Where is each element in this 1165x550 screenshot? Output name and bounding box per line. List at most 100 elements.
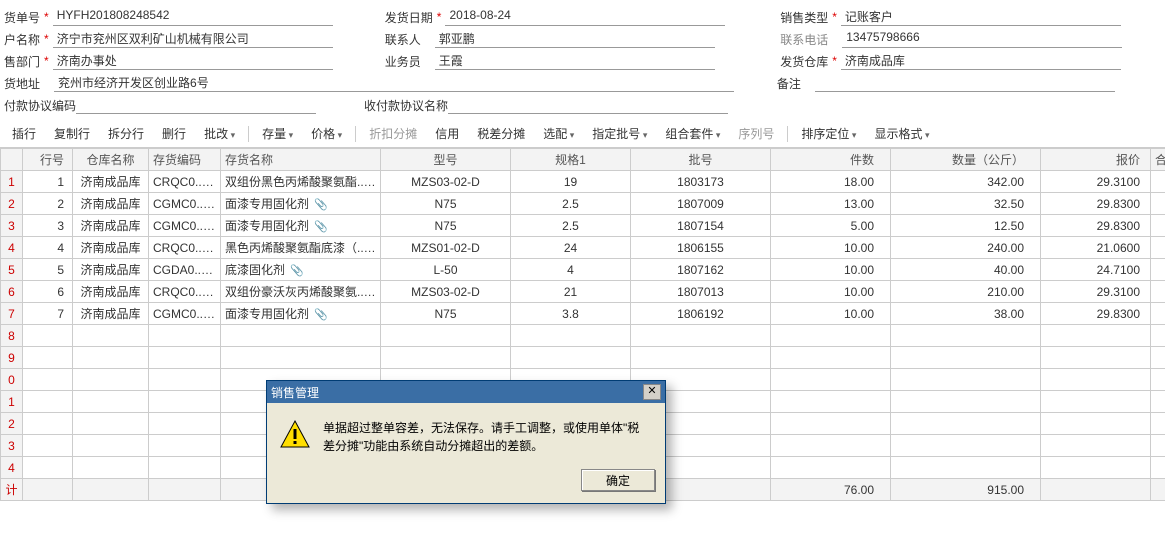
cell-seq[interactable]: 2 [23,193,73,215]
cell-model[interactable]: MZS03-02-D [381,171,511,193]
cell-qty[interactable]: 32.50 [891,193,1041,215]
split-row-button[interactable]: 拆分行 [100,122,152,145]
table-row[interactable]: 22济南成品库CGMC0... 📎面漆专用固化剂 📎N752.518070091… [1,193,1165,215]
combo-button[interactable]: 组合套件 [657,122,728,145]
discount-button[interactable]: 折扣分摊 [361,122,425,145]
attachment-icon[interactable]: 📎 [370,243,380,255]
cell-model[interactable]: N75 [381,303,511,325]
cell-code[interactable]: CGMC0... 📎 [149,193,221,215]
cell-seq[interactable]: 1 [23,171,73,193]
cell-spec[interactable]: 21 [511,281,631,303]
cust-value[interactable]: 济宁市兖州区双利矿山机械有限公司 [53,30,333,48]
stock-button[interactable]: 存量 [254,122,301,145]
col-name[interactable]: 存货名称 [221,149,381,171]
cell-code[interactable]: CRQC0... 📎 [149,171,221,193]
payname-value[interactable] [448,96,728,114]
cell-code[interactable]: CRQC0... 📎 [149,281,221,303]
cell-pcs[interactable]: 10.00 [771,281,891,303]
attachment-icon[interactable]: 📎 [312,199,330,211]
col-model[interactable]: 型号 [381,149,511,171]
cell-lot[interactable]: 1806155 [631,237,771,259]
cell-pcs[interactable]: 18.00 [771,171,891,193]
cell-name[interactable]: 黑色丙烯酸聚氨酯底漆（... 📎 [221,237,381,259]
cell-name[interactable]: 面漆专用固化剂 📎 [221,215,381,237]
delete-row-button[interactable]: 删行 [154,122,194,145]
cell-price[interactable]: 21.0600 [1041,237,1151,259]
table-row-empty[interactable]: 8 [1,325,1165,347]
cell-pcs[interactable]: 13.00 [771,193,891,215]
cell-wh[interactable]: 济南成品库 [73,281,149,303]
cell-model[interactable]: MZS01-02-D [381,237,511,259]
cell-pcs[interactable]: 10.00 [771,237,891,259]
cell-lot[interactable]: 1806192 [631,303,771,325]
dept-value[interactable]: 济南办事处 [53,52,333,70]
cell-seq[interactable]: 7 [23,303,73,325]
cell-seq[interactable]: 6 [23,281,73,303]
cell-qty[interactable]: 342.00 [891,171,1041,193]
cell-price[interactable]: 29.3100 [1041,171,1151,193]
col-spec[interactable]: 规格1 [511,149,631,171]
table-row[interactable]: 77济南成品库CGMC0... 📎面漆专用固化剂 📎N753.818061921… [1,303,1165,325]
insert-row-button[interactable]: 插行 [4,122,44,145]
cell-code[interactable]: CRQC0... 📎 [149,237,221,259]
ship-date-value[interactable]: 2018-08-24 [445,8,725,26]
attachment-icon[interactable]: 📎 [208,243,220,255]
attachment-icon[interactable]: 📎 [370,177,380,189]
tax-button[interactable]: 税差分摊 [469,122,533,145]
cell-price[interactable]: 29.3100 [1041,281,1151,303]
cell-spec[interactable]: 4 [511,259,631,281]
col-pcs[interactable]: 件数 [771,149,891,171]
cell-name[interactable]: 面漆专用固化剂 📎 [221,193,381,215]
attachment-icon[interactable]: 📎 [210,309,221,321]
paycode-value[interactable] [76,96,316,114]
cell-wh[interactable]: 济南成品库 [73,303,149,325]
cell-price[interactable]: 24.7100 [1041,259,1151,281]
price-button[interactable]: 价格 [303,122,350,145]
cell-qty[interactable]: 40.00 [891,259,1041,281]
col-extra[interactable]: 合 [1151,149,1165,171]
col-qty[interactable]: 数量（公斤） [891,149,1041,171]
col-code[interactable]: 存货编码 [149,149,221,171]
cell-lot[interactable]: 1807154 [631,215,771,237]
format-button[interactable]: 显示格式 [866,122,937,145]
cell-pcs[interactable]: 10.00 [771,259,891,281]
credit-button[interactable]: 信用 [427,122,467,145]
cell-model[interactable]: N75 [381,215,511,237]
attachment-icon[interactable]: 📎 [312,221,330,233]
cell-spec[interactable]: 24 [511,237,631,259]
order-no-value[interactable]: HYFH201808248542 [53,8,333,26]
cell-wh[interactable]: 济南成品库 [73,193,149,215]
attachment-icon[interactable]: 📎 [208,265,221,277]
addr-value[interactable]: 兖州市经济开发区创业路6号 [54,74,734,92]
attachment-icon[interactable]: 📎 [208,177,220,189]
cell-price[interactable]: 29.8300 [1041,303,1151,325]
contact-value[interactable]: 郭亚鹏 [435,30,715,48]
cell-model[interactable]: N75 [381,193,511,215]
table-row-empty[interactable]: 9 [1,347,1165,369]
cell-spec[interactable]: 3.8 [511,303,631,325]
table-row[interactable]: 33济南成品库CGMC0... 📎面漆专用固化剂 📎N752.518071545… [1,215,1165,237]
cell-seq[interactable]: 5 [23,259,73,281]
attachment-icon[interactable]: 📎 [312,309,330,321]
cell-model[interactable]: MZS03-02-D [381,281,511,303]
attachment-icon[interactable]: 📎 [370,287,380,299]
cell-wh[interactable]: 济南成品库 [73,237,149,259]
copy-row-button[interactable]: 复制行 [46,122,98,145]
cell-pcs[interactable]: 5.00 [771,215,891,237]
table-row[interactable]: 11济南成品库CRQC0... 📎双组份黑色丙烯酸聚氨酯... 📎MZS03-0… [1,171,1165,193]
wh-value[interactable]: 济南成品库 [841,52,1121,70]
table-row[interactable]: 44济南成品库CRQC0... 📎黑色丙烯酸聚氨酯底漆（... 📎MZS01-0… [1,237,1165,259]
cell-price[interactable]: 29.8300 [1041,215,1151,237]
attachment-icon[interactable]: 📎 [210,221,221,233]
approve-button[interactable]: 批改 [196,122,243,145]
sale-type-value[interactable]: 记账客户 [841,8,1121,26]
cell-spec[interactable]: 2.5 [511,193,631,215]
cell-qty[interactable]: 38.00 [891,303,1041,325]
cell-qty[interactable]: 210.00 [891,281,1041,303]
cell-code[interactable]: CGDA0... 📎 [149,259,221,281]
cell-spec[interactable]: 2.5 [511,215,631,237]
dialog-titlebar[interactable]: 销售管理 ✕ [267,381,665,403]
cell-lot[interactable]: 1807009 [631,193,771,215]
cell-model[interactable]: L-50 [381,259,511,281]
cell-spec[interactable]: 19 [511,171,631,193]
